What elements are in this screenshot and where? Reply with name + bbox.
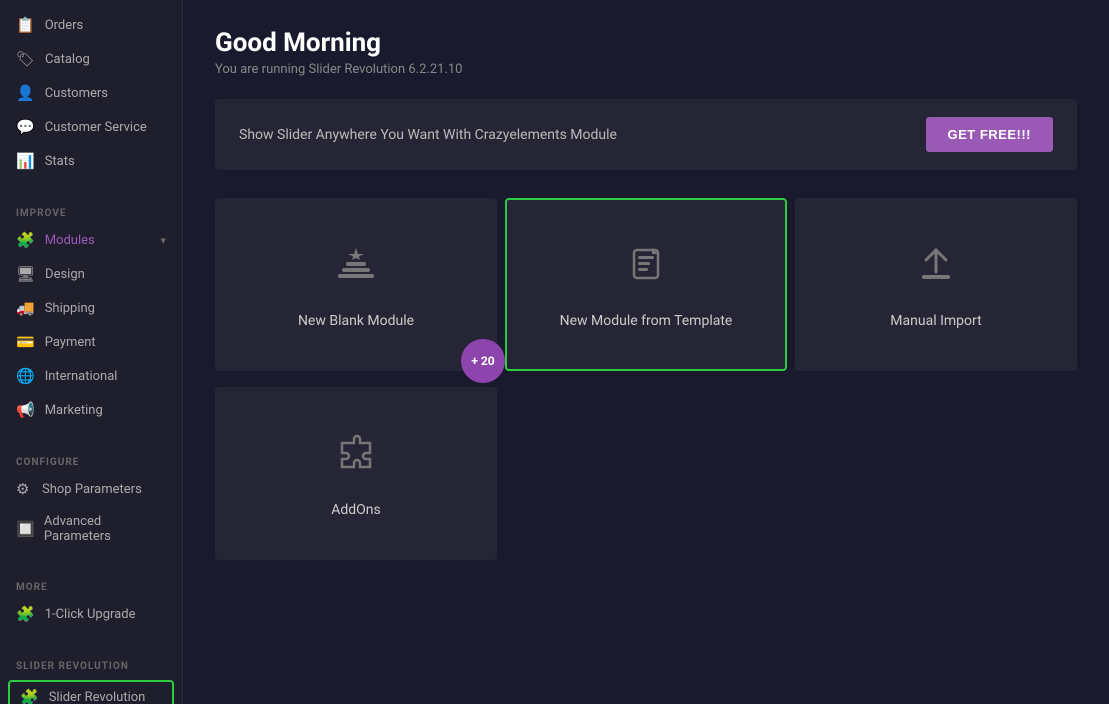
modules-icon: 🧩	[16, 231, 35, 249]
payment-icon: 💳	[16, 333, 35, 351]
international-icon: 🌐	[16, 367, 35, 385]
sidebar-item-international[interactable]: 🌐 International	[0, 359, 182, 393]
new-blank-module-label: New Blank Module	[298, 313, 414, 329]
sidebar-item-payment[interactable]: 💳 Payment	[0, 325, 182, 359]
sidebar-item-label: Shop Parameters	[42, 482, 142, 497]
sidebar-item-stats[interactable]: 📊 Stats	[0, 144, 182, 178]
sidebar-item-label: Payment	[45, 335, 96, 350]
sidebar-item-label: Design	[45, 267, 85, 282]
sidebar: 📋 Orders 🏷 Catalog 👤 Customers 💬 Custome…	[0, 0, 183, 704]
customers-icon: 👤	[16, 84, 35, 102]
sidebar-item-catalog[interactable]: 🏷 Catalog	[0, 42, 182, 76]
design-icon: 🖥	[16, 265, 35, 283]
catalog-icon: 🏷	[16, 50, 35, 68]
new-module-from-template-card[interactable]: New Module from Template	[505, 198, 787, 371]
get-free-button[interactable]: GET FREE!!!	[926, 117, 1054, 152]
orders-icon: 📋	[16, 16, 35, 34]
marketing-icon: 📢	[16, 401, 35, 419]
banner-text: Show Slider Anywhere You Want With Crazy…	[239, 127, 617, 143]
addons-label: AddOns	[331, 502, 381, 518]
sidebar-item-design[interactable]: 🖥 Design	[0, 257, 182, 291]
sidebar-item-one-click-upgrade[interactable]: 🧩 1-Click Upgrade	[0, 597, 182, 631]
shipping-icon: 🚚	[16, 299, 35, 317]
sidebar-item-customers[interactable]: 👤 Customers	[0, 76, 182, 110]
sidebar-item-label: 1-Click Upgrade	[45, 607, 136, 622]
slider-revolution-icon: 🧩	[20, 688, 39, 704]
chevron-down-icon: ▾	[160, 234, 166, 247]
cards-grid: New Blank Module + 20 New Module from Te…	[215, 198, 1077, 371]
new-module-from-template-label: New Module from Template	[560, 313, 733, 329]
template-icon	[622, 240, 670, 297]
promo-banner: Show Slider Anywhere You Want With Crazy…	[215, 99, 1077, 170]
sidebar-item-shipping[interactable]: 🚚 Shipping	[0, 291, 182, 325]
sidebar-item-label: Stats	[45, 154, 75, 169]
sidebar-item-modules[interactable]: 🧩 Modules ▾	[0, 223, 182, 257]
section-label-configure: CONFIGURE	[0, 443, 182, 472]
customer-service-icon: 💬	[16, 118, 35, 136]
sidebar-item-marketing[interactable]: 📢 Marketing	[0, 393, 182, 427]
sidebar-item-label: International	[45, 369, 118, 384]
sidebar-item-customer-service[interactable]: 💬 Customer Service	[0, 110, 182, 144]
sidebar-item-label: Modules	[45, 233, 95, 248]
one-click-upgrade-icon: 🧩	[16, 605, 35, 623]
sidebar-item-label: Advanced Parameters	[44, 514, 166, 544]
advanced-parameters-icon: 🔲	[16, 520, 34, 538]
sidebar-item-orders[interactable]: 📋 Orders	[0, 8, 182, 42]
addons-card[interactable]: AddOns	[215, 387, 497, 560]
sidebar-item-advanced-parameters[interactable]: 🔲 Advanced Parameters	[0, 506, 182, 552]
badge-plus-20: + 20	[461, 339, 505, 383]
section-label-more: MORE	[0, 568, 182, 597]
manual-import-label: Manual Import	[890, 313, 981, 329]
sidebar-item-label: Customers	[45, 86, 108, 101]
manual-import-card[interactable]: Manual Import	[795, 198, 1077, 371]
shop-parameters-icon: ⚙	[16, 480, 32, 498]
sidebar-item-label: Orders	[45, 18, 84, 33]
sidebar-item-shop-parameters[interactable]: ⚙ Shop Parameters	[0, 472, 182, 506]
greeting-title: Good Morning	[215, 28, 1077, 58]
greeting-subtitle: You are running Slider Revolution 6.2.21…	[215, 62, 1077, 77]
sidebar-item-label: Marketing	[45, 403, 103, 418]
magic-icon	[332, 240, 380, 297]
sidebar-item-label: Customer Service	[45, 120, 147, 135]
stats-icon: 📊	[16, 152, 35, 170]
sidebar-item-label: Catalog	[45, 52, 90, 67]
sidebar-item-label: Slider Revolution	[49, 690, 146, 704]
main-content: Good Morning You are running Slider Revo…	[183, 0, 1109, 704]
new-blank-module-card[interactable]: New Blank Module + 20	[215, 198, 497, 371]
section-label-slider-revolution: SLIDER REVOLUTION	[0, 647, 182, 676]
section-label-improve: IMPROVE	[0, 194, 182, 223]
sidebar-item-label: Shipping	[45, 301, 95, 316]
puzzle-icon	[332, 429, 380, 486]
upload-icon	[912, 240, 960, 297]
sidebar-item-slider-revolution[interactable]: 🧩 Slider Revolution	[8, 680, 174, 704]
